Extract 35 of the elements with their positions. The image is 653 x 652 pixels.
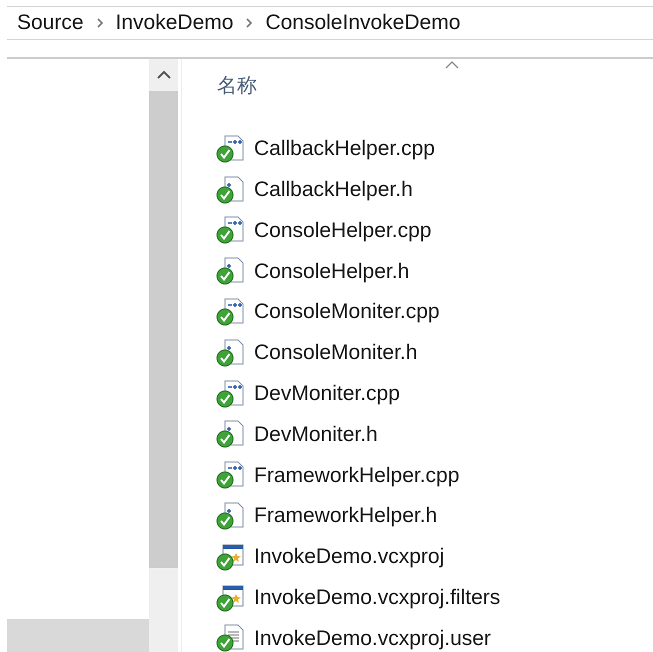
cpp-file-icon bbox=[216, 378, 246, 409]
chevron-icon bbox=[96, 16, 104, 29]
file-name[interactable]: CallbackHelper.cpp bbox=[254, 133, 435, 165]
cpp-file-icon bbox=[216, 460, 246, 490]
file-name[interactable]: FrameworkHelper.h bbox=[254, 500, 438, 532]
file-name[interactable]: CallbackHelper.h bbox=[254, 174, 413, 206]
header-file-icon bbox=[216, 501, 246, 532]
breadcrumb-item[interactable]: ConsoleInvokeDemo bbox=[265, 7, 460, 38]
header-file-icon bbox=[216, 174, 246, 205]
file-name[interactable]: InvokeDemo.vcxproj.user bbox=[254, 622, 491, 652]
file-name[interactable]: InvokeDemo.vcxproj.filters bbox=[254, 582, 500, 614]
scroll-up-icon[interactable] bbox=[156, 70, 170, 79]
header-file-icon bbox=[216, 338, 246, 368]
cpp-file-icon bbox=[216, 215, 246, 246]
file-name[interactable]: InvokeDemo.vcxproj bbox=[254, 541, 444, 573]
project-file-icon bbox=[216, 582, 246, 613]
file-name[interactable]: ConsoleMoniter.cpp bbox=[254, 296, 440, 328]
chevron-icon bbox=[245, 16, 254, 29]
file-name[interactable]: ConsoleHelper.cpp bbox=[254, 214, 432, 246]
header-file-icon bbox=[216, 419, 246, 450]
breadcrumb-item[interactable]: Source bbox=[17, 7, 84, 38]
header-file-icon bbox=[216, 256, 246, 286]
cpp-file-icon bbox=[216, 297, 246, 328]
cpp-file-icon bbox=[216, 134, 246, 164]
file-name[interactable]: ConsoleMoniter.h bbox=[254, 337, 418, 369]
breadcrumb-item[interactable]: InvokeDemo bbox=[116, 7, 234, 38]
column-header[interactable]: 名称 bbox=[217, 70, 257, 100]
file-name[interactable]: FrameworkHelper.cpp bbox=[254, 460, 460, 492]
nav-item-highlight[interactable] bbox=[7, 618, 149, 652]
file-name[interactable]: DevMoniter.h bbox=[254, 418, 378, 450]
scrollbar-thumb[interactable] bbox=[149, 90, 178, 568]
project-file-icon bbox=[216, 542, 246, 572]
file-name[interactable]: DevMoniter.cpp bbox=[254, 378, 400, 410]
scrollbar[interactable] bbox=[149, 58, 178, 652]
file-name[interactable]: ConsoleHelper.h bbox=[254, 256, 410, 288]
